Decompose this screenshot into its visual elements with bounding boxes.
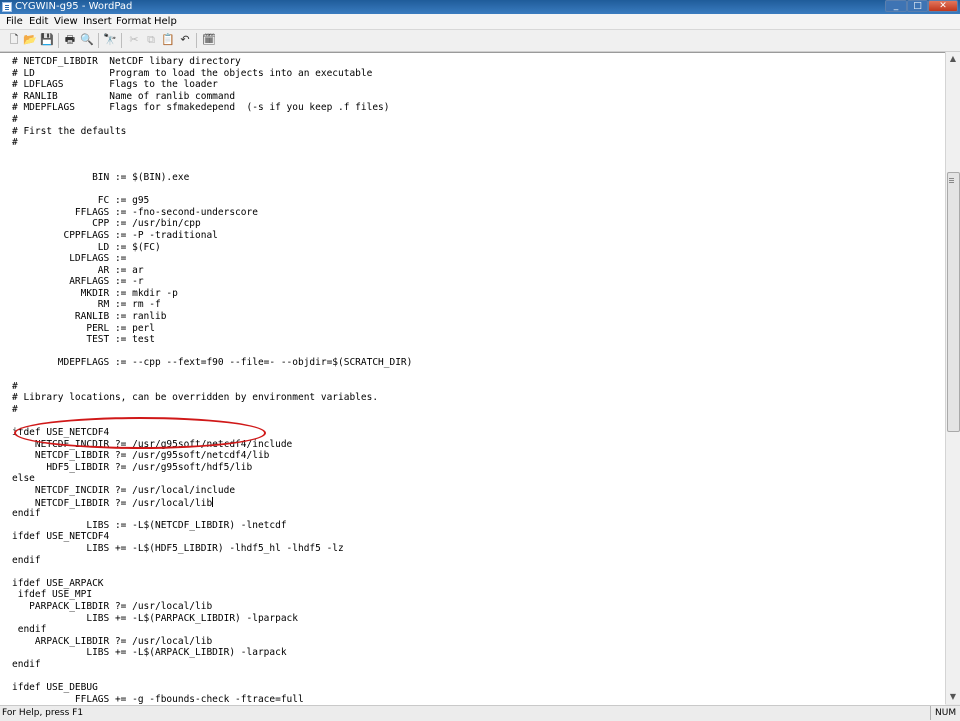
document-line[interactable]: LIBS += -L$(PARPACK_LIBDIR) -lparpack [12, 613, 412, 625]
new-icon[interactable]: 🗋 [6, 33, 22, 47]
document-line[interactable]: # LDFLAGS Flags to the loader [12, 79, 412, 91]
vertical-scrollbar[interactable]: ▲ ▼ [945, 52, 960, 704]
save-icon[interactable]: 💾 [39, 33, 55, 47]
document-line[interactable] [12, 160, 412, 172]
document-line[interactable]: LD := $(FC) [12, 242, 412, 254]
print-preview-icon[interactable]: 🔍 [79, 33, 95, 47]
scroll-down-icon[interactable]: ▼ [946, 690, 960, 704]
document-line[interactable]: # LD Program to load the objects into an… [12, 68, 412, 80]
scroll-grip-icon [949, 178, 954, 179]
menu-insert[interactable]: Insert [83, 14, 112, 29]
document-line[interactable]: TEST := test [12, 334, 412, 346]
text-caret [212, 496, 214, 507]
document-line[interactable]: NETCDF_LIBDIR ?= /usr/g95soft/netcdf4/li… [12, 450, 412, 462]
document-line[interactable]: # RANLIB Name of ranlib command [12, 91, 412, 103]
open-icon[interactable]: 📂 [22, 33, 38, 47]
document-line[interactable] [12, 149, 412, 161]
document-line[interactable]: AR := ar [12, 265, 412, 277]
menu-file[interactable]: File [6, 14, 23, 29]
document-line[interactable]: ARFLAGS := -r [12, 276, 412, 288]
document-line[interactable]: FC := g95 [12, 195, 412, 207]
document-line[interactable]: LIBS += -L$(ARPACK_LIBDIR) -larpack [12, 647, 412, 659]
toolbar-separator [121, 33, 122, 48]
document-line[interactable] [12, 369, 412, 381]
menu-bar: File Edit View Insert Format Help [0, 14, 960, 30]
find-icon[interactable]: 🔭 [102, 33, 118, 47]
document-line[interactable]: ARPACK_LIBDIR ?= /usr/local/lib [12, 636, 412, 648]
document-line[interactable]: else [12, 473, 412, 485]
document-line[interactable]: PERL := perl [12, 323, 412, 335]
menu-edit[interactable]: Edit [29, 14, 48, 29]
document-line[interactable]: endif [12, 555, 412, 567]
document-line[interactable]: # MDEPFLAGS Flags for sfmakedepend (-s i… [12, 102, 412, 114]
document-line[interactable]: ifdef USE_ARPACK [12, 578, 412, 590]
close-button[interactable]: ✕ [928, 0, 958, 12]
document-line[interactable] [12, 670, 412, 682]
document-editor[interactable]: # NETCDF_LIBDIR NetCDF libary directory #… [0, 52, 945, 705]
paste-icon[interactable]: 📋 [160, 33, 176, 47]
document-line[interactable] [12, 346, 412, 358]
highlight-ellipse [14, 417, 266, 449]
document-text[interactable]: # NETCDF_LIBDIR NetCDF libary directory #… [12, 56, 412, 705]
document-line[interactable]: # Library locations, can be overridden b… [12, 392, 412, 404]
document-line[interactable]: MDEPFLAGS := --cpp --fext=f90 --file=- -… [12, 357, 413, 369]
insert-datetime-icon[interactable]: 🗓 [201, 33, 217, 47]
document-line[interactable]: # [12, 381, 412, 393]
document-line[interactable]: PARPACK_LIBDIR ?= /usr/local/lib [12, 601, 412, 613]
scroll-thumb[interactable] [947, 172, 960, 432]
document-line[interactable]: # [12, 137, 412, 149]
document-line[interactable]: endif [12, 508, 412, 520]
document-line[interactable]: CPPFLAGS := -P -traditional [12, 230, 412, 242]
document-line[interactable]: NETCDF_LIBDIR ?= /usr/local/lib [12, 496, 412, 509]
minimize-button[interactable]: _ [885, 0, 907, 12]
window-title: CYGWIN-g95 - WordPad [15, 1, 133, 12]
document-line[interactable]: RANLIB := ranlib [12, 311, 412, 323]
print-icon[interactable]: 🖶 [62, 33, 78, 47]
document-line[interactable]: ifdef USE_NETCDF4 [12, 531, 412, 543]
document-line[interactable]: # NETCDF_LIBDIR NetCDF libary directory [12, 56, 412, 68]
document-line[interactable]: endif [12, 659, 412, 671]
document-line[interactable]: # [12, 404, 412, 416]
document-line[interactable]: MKDIR := mkdir -p [12, 288, 412, 300]
menu-help[interactable]: Help [154, 14, 177, 29]
document-line[interactable] [12, 566, 412, 578]
document-line[interactable]: ifdef USE_MPI [12, 589, 412, 601]
document-line[interactable]: BIN := $(BIN).exe [12, 172, 412, 184]
toolbar-separator [196, 33, 197, 48]
num-lock-indicator: NUM [930, 706, 958, 720]
wordpad-icon[interactable] [2, 2, 12, 12]
document-line[interactable] [12, 184, 412, 196]
document-line[interactable]: LIBS := -L$(NETCDF_LIBDIR) -lnetcdf [12, 520, 412, 532]
document-line[interactable]: NETCDF_INCDIR ?= /usr/local/include [12, 485, 412, 497]
document-line[interactable]: CPP := /usr/bin/cpp [12, 218, 412, 230]
document-line[interactable]: LDFLAGS := [12, 253, 412, 265]
document-line[interactable]: FFLAGS += -g -fbounds-check -ftrace=full [12, 694, 412, 705]
toolbar-separator [98, 33, 99, 48]
menu-view[interactable]: View [54, 14, 78, 29]
copy-icon: ⧉ [147, 33, 155, 46]
cut-icon: ✂ [129, 33, 139, 46]
document-line[interactable]: HDF5_LIBDIR ?= /usr/g95soft/hdf5/lib [12, 462, 412, 474]
document-line[interactable]: RM := rm -f [12, 299, 412, 311]
scroll-up-icon[interactable]: ▲ [946, 52, 960, 66]
menu-format[interactable]: Format [116, 14, 151, 29]
status-bar: For Help, press F1 NUM [0, 705, 960, 721]
status-help-text: For Help, press F1 [2, 708, 84, 718]
document-line[interactable]: # [12, 114, 412, 126]
title-bar: CYGWIN-g95 - WordPad _ □ ✕ [0, 0, 960, 14]
document-line[interactable]: # First the defaults [12, 126, 412, 138]
maximize-button[interactable]: □ [907, 0, 928, 12]
toolbar-separator [58, 33, 59, 48]
document-line[interactable]: endif [12, 624, 412, 636]
undo-icon[interactable]: ↶ [177, 33, 193, 47]
toolbar: 🗋 📂 💾 🖶 🔍 🔭 ✂ ⧉ 📋 ↶ 🗓 [0, 30, 960, 52]
document-line[interactable]: ifdef USE_DEBUG [12, 682, 412, 694]
document-line[interactable]: LIBS += -L$(HDF5_LIBDIR) -lhdf5_hl -lhdf… [12, 543, 412, 555]
document-line[interactable]: FFLAGS := -fno-second-underscore [12, 207, 412, 219]
